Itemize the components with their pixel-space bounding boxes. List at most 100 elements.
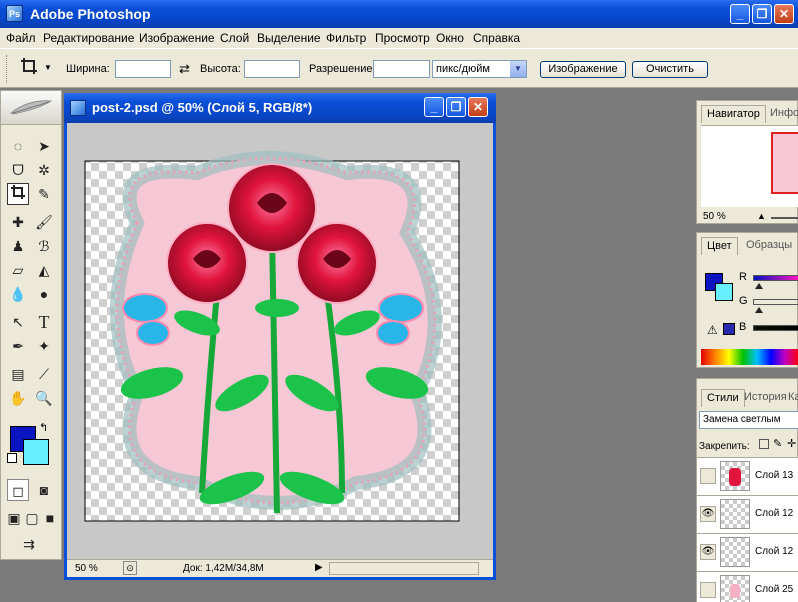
layer-row[interactable]: Слой 13 [697,457,798,495]
toolbox: ◌ ➤ ᗜ ✲ ✎ ✚ 🖌 ♟ ℬ ▱ ◭ 💧 ● ↖ T ✒ ✦ ▤ ⟋ ✋ … [0,90,62,560]
tab-info[interactable]: Инфо [765,105,798,123]
blur-tool-icon[interactable]: 💧 [7,283,29,305]
swap-colors-icon[interactable]: ↰ [39,421,48,434]
red-slider[interactable] [753,275,798,281]
red-slider-thumb[interactable] [755,283,763,289]
menu-layer[interactable]: Слой [220,31,249,45]
crop-tool-icon[interactable] [7,183,29,205]
height-field[interactable] [244,60,300,78]
app-title: Adobe Photoshop [30,6,151,22]
clear-button[interactable]: Очистить [632,61,708,78]
full-screen-mode-icon[interactable]: ■ [39,507,61,529]
lasso-tool-icon[interactable]: ᗜ [7,159,29,181]
preset-dropdown-arrow-icon[interactable]: ▼ [44,63,52,72]
restore-button[interactable]: ❐ [752,4,772,24]
horizontal-scrollbar[interactable] [329,562,479,575]
menu-edit[interactable]: Редактирование [43,31,134,45]
minimize-button[interactable]: _ [730,4,750,24]
notes-tool-icon[interactable]: ▤ [7,363,29,385]
layer-name[interactable]: Слой 13 [755,470,793,481]
default-colors-icon[interactable] [7,453,17,463]
menu-view[interactable]: Просмотр [375,31,430,45]
navigator-zoom-slider[interactable] [771,217,798,219]
move-tool-icon[interactable]: ➤ [33,135,55,157]
layer-name[interactable]: Слой 12 [755,508,793,519]
resolution-units-select[interactable]: пикс/дюйм ▼ [432,60,527,78]
menu-image[interactable]: Изображение [139,31,215,45]
custom-shape-tool-icon[interactable]: ✦ [33,335,55,357]
dodge-tool-icon[interactable]: ● [33,283,55,305]
eye-icon[interactable]: 👁 [700,544,716,560]
zoom-out-icon[interactable]: ▲ [757,211,766,221]
document-icon [70,100,86,116]
history-brush-tool-icon[interactable]: ℬ [33,235,55,257]
jump-to-imageready-icon[interactable]: ⇉ [7,533,51,555]
front-image-button[interactable]: Изображение [540,61,626,78]
menu-help[interactable]: Справка [473,31,520,45]
tab-color[interactable]: Цвет [701,237,738,255]
width-field[interactable] [115,60,171,78]
marquee-tool-icon[interactable]: ◌ [7,135,29,157]
menu-filter[interactable]: Фильтр [326,31,366,45]
doc-minimize-button[interactable]: _ [424,97,444,117]
status-preview-icon[interactable]: ⊙ [123,561,137,575]
eye-icon[interactable]: 👁 [700,506,716,522]
blend-mode-select[interactable]: Замена светлым [699,411,798,429]
paint-bucket-tool-icon[interactable]: ◭ [33,259,55,281]
gamut-warning-icon[interactable]: ⚠ [707,323,718,337]
resolution-field[interactable] [373,60,430,78]
quick-mask-mode-icon[interactable]: ◙ [33,479,55,501]
hand-tool-icon[interactable]: ✋ [7,387,29,409]
layer-row[interactable]: 👁 Слой 12 [697,495,798,533]
tab-swatches[interactable]: Образцы [741,237,797,255]
lock-position-icon[interactable]: ✛ [787,437,796,450]
options-grip[interactable] [6,55,9,83]
navigator-preview[interactable] [701,125,798,207]
healing-brush-tool-icon[interactable]: ✚ [7,211,29,233]
navigator-zoom[interactable]: 50 % [703,211,726,222]
layer-visibility-toggle[interactable] [700,582,716,598]
doc-close-button[interactable]: ✕ [468,97,488,117]
background-color-swatch[interactable] [23,439,49,465]
zoom-level[interactable]: 50 % [75,563,98,574]
eyedropper-tool-icon[interactable]: ⟋ [33,363,55,385]
layer-row[interactable]: 👁 Слой 12 [697,533,798,571]
slice-tool-icon[interactable]: ✎ [33,183,55,205]
clone-stamp-tool-icon[interactable]: ♟ [7,235,29,257]
navigator-view-box[interactable] [771,132,798,194]
type-tool-icon[interactable]: T [33,311,55,333]
brush-tool-icon[interactable]: 🖌 [33,211,55,233]
tab-navigator[interactable]: Навигатор [701,105,766,123]
status-menu-arrow-icon[interactable]: ▶ [315,562,323,573]
lock-image-icon[interactable]: ✎ [773,437,782,450]
standard-mode-icon[interactable]: ◻ [7,479,29,501]
pen-tool-icon[interactable]: ✒ [7,335,29,357]
green-slider[interactable] [753,299,798,305]
doc-restore-button[interactable]: ❐ [446,97,466,117]
swap-dimensions-icon[interactable]: ⇄ [179,61,190,77]
menu-window[interactable]: Окно [436,31,464,45]
path-selection-tool-icon[interactable]: ↖ [7,311,29,333]
blue-slider[interactable] [753,325,798,331]
close-button[interactable]: ✕ [774,4,794,24]
green-slider-thumb[interactable] [755,307,763,313]
layer-name[interactable]: Слой 25 [755,584,793,595]
lock-transparency-icon[interactable] [759,439,769,449]
layer-name[interactable]: Слой 12 [755,546,793,557]
layer-visibility-toggle[interactable] [700,468,716,484]
canvas-area[interactable] [67,123,493,559]
zoom-tool-icon[interactable]: 🔍 [33,387,55,409]
layer-row[interactable]: Слой 25 [697,571,798,602]
eraser-tool-icon[interactable]: ▱ [7,259,29,281]
menu-file[interactable]: Файл [6,31,36,45]
crop-tool-preset-icon[interactable] [18,57,40,79]
color-panel-background[interactable] [715,283,733,301]
menu-select[interactable]: Выделение [257,31,321,45]
gamut-color-chip[interactable] [723,323,735,335]
feather-logo-icon [10,100,53,115]
magic-wand-tool-icon[interactable]: ✲ [33,159,55,181]
chevron-down-icon[interactable]: ▼ [510,61,526,77]
document-canvas[interactable] [67,123,493,559]
color-spectrum-bar[interactable] [701,349,798,365]
tab-channels[interactable]: Ка [783,389,798,407]
